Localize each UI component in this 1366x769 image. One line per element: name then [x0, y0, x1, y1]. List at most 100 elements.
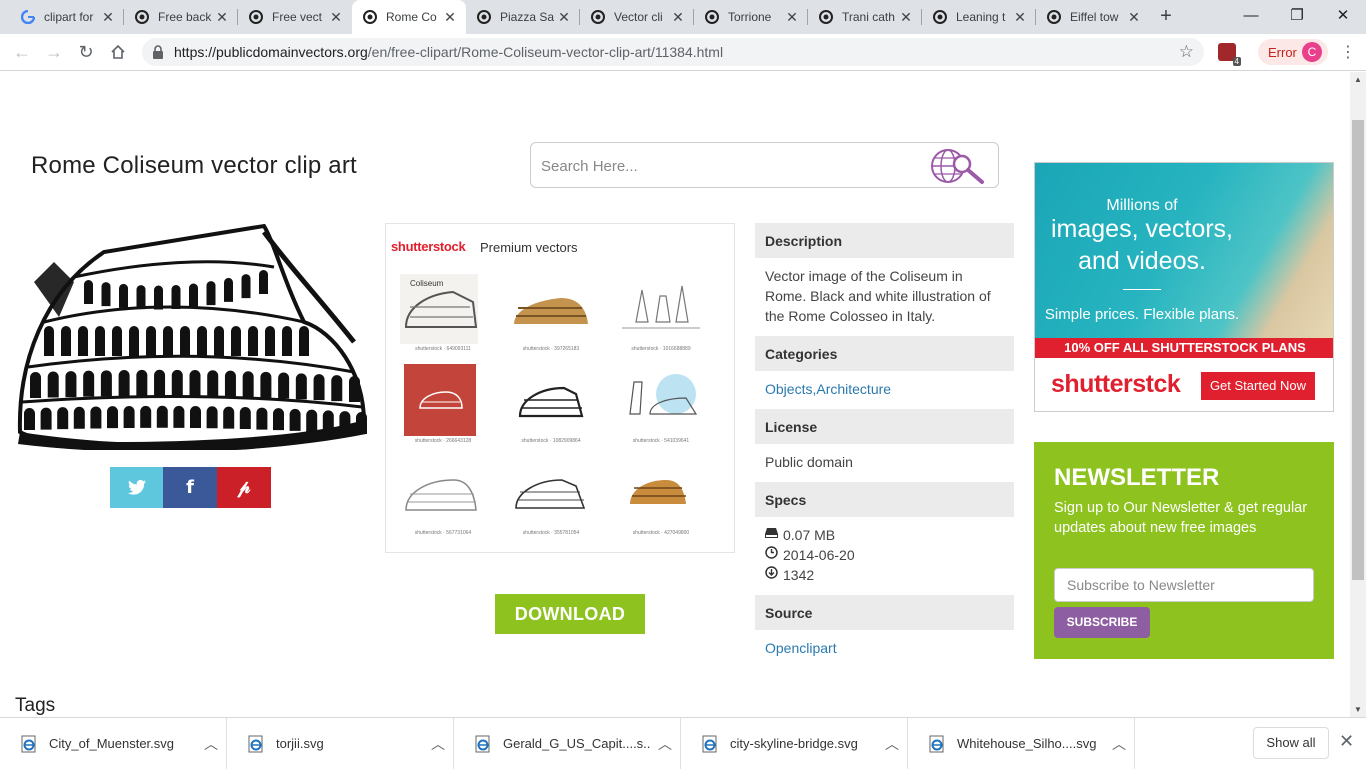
- arch: [206, 281, 216, 306]
- arch: [156, 405, 168, 428]
- facebook-share-button[interactable]: f: [163, 467, 217, 508]
- back-icon[interactable]: ←: [8, 39, 36, 65]
- pinterest-share-button[interactable]: 𝓅: [217, 467, 271, 508]
- specs-heading: Specs: [755, 482, 1014, 517]
- source-text: Openclipart: [755, 630, 1014, 668]
- new-tab-icon[interactable]: +: [1155, 6, 1177, 28]
- chevron-up-icon[interactable]: ︿: [196, 734, 226, 754]
- arch: [273, 408, 284, 431]
- close-tab-icon[interactable]: ✕: [1126, 9, 1142, 26]
- close-tab-icon[interactable]: ✕: [1012, 9, 1028, 26]
- coliseum-image[interactable]: [14, 222, 368, 453]
- tab-0[interactable]: clipart for ✕: [10, 0, 124, 34]
- description-heading: Description: [755, 223, 1014, 258]
- newsletter-panel: NEWSLETTER Sign up to Our Newsletter & g…: [1034, 442, 1334, 659]
- download-item[interactable]: Whitehouse_Silho....svg ︿: [908, 718, 1135, 769]
- chevron-up-icon[interactable]: ︿: [650, 734, 680, 754]
- chevron-up-icon[interactable]: ︿: [423, 734, 453, 754]
- license-text: Public domain: [765, 454, 853, 470]
- close-tab-icon[interactable]: ✕: [328, 9, 344, 26]
- page-content: Rome Coliseum vector clip art Search Her…: [0, 72, 1350, 717]
- tab-6[interactable]: Torrione ✕: [694, 0, 808, 34]
- minimize-icon[interactable]: —: [1236, 4, 1266, 28]
- newsletter-email-input[interactable]: [1054, 568, 1314, 602]
- tab-4[interactable]: Piazza Sa ✕: [466, 0, 580, 34]
- category-link-objects[interactable]: Objects: [765, 381, 812, 397]
- extension-icon[interactable]: 4: [1218, 43, 1241, 66]
- close-tab-icon[interactable]: ✕: [670, 9, 686, 26]
- chevron-up-icon[interactable]: ︿: [1104, 734, 1134, 754]
- stock-thumbnail[interactable]: shutterstock · 427049800: [616, 456, 706, 536]
- tab-1[interactable]: Free back ✕: [124, 0, 238, 34]
- shutterstock-ad[interactable]: Millions of images, vectors, and videos.…: [1034, 162, 1334, 412]
- stock-thumbnail[interactable]: shutterstock · 355781054: [506, 456, 596, 536]
- download-item[interactable]: city-skyline-bridge.svg ︿: [681, 718, 908, 769]
- close-tab-icon[interactable]: ✕: [214, 9, 230, 26]
- shutterstock-logo[interactable]: shutterstock: [391, 239, 466, 254]
- download-button[interactable]: DOWNLOAD: [495, 594, 645, 634]
- tab-2[interactable]: Free vect ✕: [238, 0, 352, 34]
- search-input[interactable]: [541, 155, 921, 177]
- kebab-menu-icon[interactable]: ⋮: [1340, 42, 1356, 62]
- stock-thumbnail[interactable]: shutterstock · 541039641: [616, 364, 706, 444]
- ie-file-icon: [21, 735, 36, 752]
- close-tab-icon[interactable]: ✕: [784, 9, 800, 26]
- stock-thumbnail[interactable]: Coliseum shutterstock · 649093111: [398, 272, 488, 352]
- stock-thumbnail[interactable]: shutterstock · 567731064: [398, 456, 488, 536]
- arch: [163, 326, 173, 356]
- arch: [214, 326, 224, 356]
- stock-thumbnail[interactable]: shutterstock · 397265183: [506, 272, 596, 352]
- home-icon[interactable]: [104, 39, 132, 65]
- ad-line-1: Millions of: [1106, 197, 1178, 214]
- download-item[interactable]: Gerald_G_US_Capit....s... ︿: [454, 718, 681, 769]
- get-started-button[interactable]: Get Started Now: [1201, 372, 1315, 400]
- scroll-up-arrow-icon[interactable]: ▲: [1354, 75, 1362, 84]
- address-bar[interactable]: https://publicdomainvectors.org/en/free-…: [142, 38, 1204, 66]
- arch: [265, 326, 275, 356]
- tab-8[interactable]: Leaning t ✕: [922, 0, 1036, 34]
- globe-search-icon[interactable]: [928, 146, 988, 191]
- stock-thumbnail[interactable]: shutterstock · 1082909864: [506, 364, 596, 444]
- chevron-up-icon[interactable]: ︿: [877, 734, 907, 754]
- download-filename: city-skyline-bridge.svg: [730, 736, 858, 751]
- tab-title: Rome Co: [386, 10, 437, 24]
- tab-3-active[interactable]: Rome Co ✕: [352, 0, 466, 34]
- close-tab-icon[interactable]: ✕: [898, 9, 914, 26]
- pdv-icon: [932, 9, 948, 25]
- stock-thumbnail[interactable]: shutterstock · 266643128: [398, 364, 488, 444]
- twitter-share-button[interactable]: [110, 467, 164, 508]
- close-tab-icon[interactable]: ✕: [442, 9, 458, 26]
- download-item[interactable]: torjii.svg ︿: [227, 718, 454, 769]
- bookmark-star-icon[interactable]: ☆: [1179, 42, 1194, 62]
- tab-7[interactable]: Trani cath ✕: [808, 0, 922, 34]
- forward-icon[interactable]: →: [40, 39, 68, 65]
- show-all-button[interactable]: Show all: [1253, 727, 1329, 759]
- scroll-down-arrow-icon[interactable]: ▼: [1354, 705, 1362, 714]
- tab-5[interactable]: Vector cli ✕: [580, 0, 694, 34]
- close-shelf-icon[interactable]: ✕: [1339, 731, 1354, 752]
- download-item[interactable]: City_of_Muenster.svg ︿: [0, 718, 227, 769]
- profile-error-chip[interactable]: Error C: [1258, 39, 1328, 65]
- arch: [189, 283, 198, 308]
- download-filename: Whitehouse_Silho....svg: [957, 736, 1097, 751]
- lock-icon[interactable]: [152, 45, 164, 64]
- category-link-architecture[interactable]: Architecture: [816, 381, 891, 397]
- close-tab-icon[interactable]: ✕: [556, 9, 572, 26]
- stock-thumbnail[interactable]: shutterstock · 1016688889: [616, 272, 706, 352]
- close-tab-icon[interactable]: ✕: [100, 9, 116, 26]
- premium-vectors-label: Premium vectors: [480, 240, 578, 255]
- source-link[interactable]: Openclipart: [765, 640, 837, 656]
- ie-file-icon: [702, 735, 717, 752]
- restore-icon[interactable]: ❐: [1282, 4, 1312, 28]
- arch: [47, 371, 59, 398]
- close-window-icon[interactable]: ✕: [1328, 4, 1358, 28]
- arch: [173, 405, 185, 428]
- page-scrollbar[interactable]: ▲ ▼: [1350, 72, 1366, 717]
- ad-divider: [1123, 289, 1161, 290]
- subscribe-button[interactable]: SUBSCRIBE: [1054, 607, 1150, 638]
- tab-9[interactable]: Eiffel tow ✕: [1036, 0, 1150, 34]
- arch: [107, 406, 118, 429]
- tab-title: Free back: [158, 10, 212, 24]
- reload-icon[interactable]: ↻: [72, 39, 100, 65]
- scrollbar-thumb[interactable]: [1352, 120, 1364, 580]
